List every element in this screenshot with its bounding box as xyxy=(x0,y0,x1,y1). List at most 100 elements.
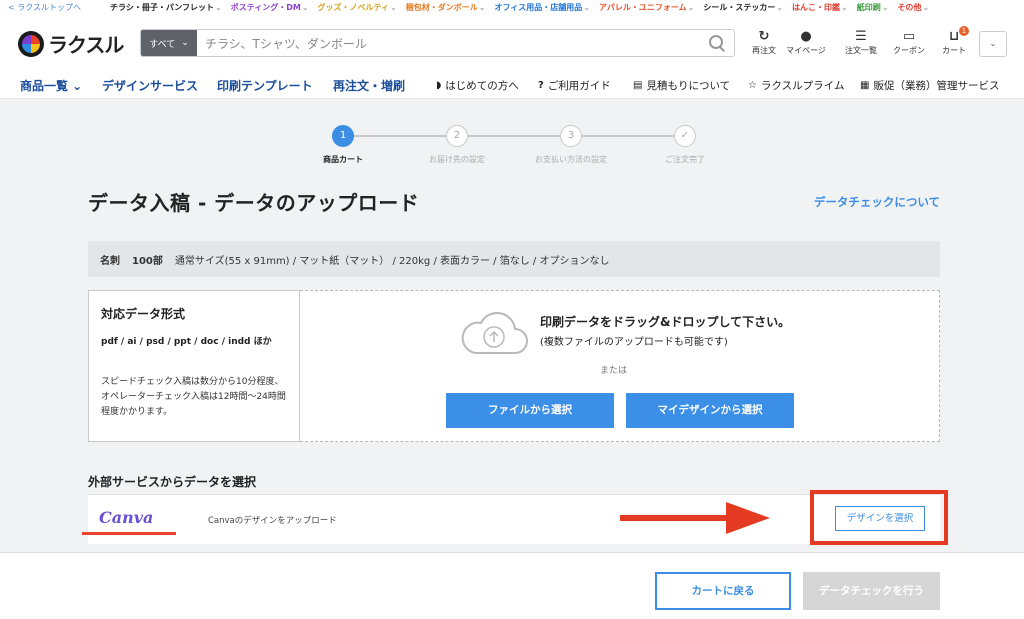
top-category-item[interactable]: その他⌄ xyxy=(897,2,929,13)
header-coupon-button[interactable]: ▭ クーポン xyxy=(888,29,930,56)
nav-link-label: 販促（業務）管理サービス xyxy=(873,80,1000,92)
top-category-item[interactable]: シール・ステッカー⌄ xyxy=(703,2,783,13)
chevron-down-icon: ⌄ xyxy=(841,3,848,12)
select-file-button[interactable]: ファイルから選択 xyxy=(446,393,614,428)
spec-product: 名刺 xyxy=(100,255,120,267)
nav-link-label: 見積もりについて xyxy=(646,80,731,92)
top-category-item[interactable]: チラシ・冊子・パンフレット⌄ xyxy=(110,2,222,13)
top-category-item[interactable]: はんこ・印鑑⌄ xyxy=(792,2,848,13)
top-category-item[interactable]: 梱包材・ダンボール⌄ xyxy=(406,2,486,13)
dropzone-or: または xyxy=(600,366,628,376)
step-label: ご注文完了 xyxy=(665,155,705,164)
main-nav: 商品一覧 ⌄ デザインサービス 印刷テンプレート 再注文・増刷 ◗ はじめての方へ… xyxy=(0,73,1024,99)
upload-dropzone[interactable]: 印刷データをドラッグ&ドロップして下さい。 (複数ファイルのアップロードも可能で… xyxy=(300,290,940,442)
help-icon: ? xyxy=(538,80,544,91)
nav-link-calculator[interactable]: ▤ 見積もりについて xyxy=(633,78,730,93)
search-scope-label: すべて xyxy=(149,39,176,50)
header-icon-label: 注文一覧 xyxy=(845,46,877,55)
header-icon-label: カート xyxy=(942,46,966,55)
header-icon-label: 再注文 xyxy=(752,46,776,55)
dropzone-message: 印刷データをドラッグ&ドロップして下さい。 xyxy=(540,315,791,329)
search-scope-select[interactable]: すべて ⌄ xyxy=(141,30,197,56)
cloud-upload-icon xyxy=(461,312,528,354)
data-check-about-link[interactable]: データチェックについて xyxy=(814,194,940,210)
search-bar: すべて ⌄ チラシ、Tシャツ、ダンボール xyxy=(140,29,735,57)
nav-reorder[interactable]: 再注文・増刷 xyxy=(333,77,405,94)
step-connector xyxy=(468,135,560,137)
site-header: ラクスル すべて ⌄ チラシ、Tシャツ、ダンボール ↻ 再注文 ● マイページ ☰ 注文一… xyxy=(0,15,1024,73)
chevron-down-icon: ⌄ xyxy=(687,3,695,12)
chevron-down-icon: ⌄ xyxy=(390,3,397,12)
canva-service-row: Canva Canvaのデザインをアップロード デザインを選択 xyxy=(82,490,948,545)
star-icon: ☆ xyxy=(748,80,757,91)
top-category-item[interactable]: グッズ・ノベルティ⌄ xyxy=(318,2,397,13)
calculator-icon: ▤ xyxy=(633,80,643,91)
user-icon: ● xyxy=(800,29,812,44)
supported-formats-panel: 対応データ形式 pdf / ai / psd / ppt / doc / ind… xyxy=(88,290,300,442)
header-user-button[interactable]: ● マイページ xyxy=(785,29,827,56)
nav-link-label: ラクスルプライム xyxy=(760,80,845,92)
external-services-title: 外部サービスからデータを選択 xyxy=(88,475,257,489)
chevron-down-icon: ⌄ xyxy=(881,3,889,12)
chevron-down-icon: ⌄ xyxy=(301,3,309,12)
nav-link-building[interactable]: ▦ 販促（業務）管理サービス xyxy=(860,78,999,93)
chevron-down-icon: ⌄ xyxy=(776,3,784,12)
chevron-down-icon: ⌄ xyxy=(478,3,486,12)
building-icon: ▦ xyxy=(860,80,870,91)
step-label: お届け先の設定 xyxy=(429,155,485,164)
step-connector xyxy=(354,135,446,137)
nav-design-service[interactable]: デザインサービス xyxy=(102,77,198,94)
cart-count-badge: 1 xyxy=(959,26,969,36)
step-indicator: 1 xyxy=(332,125,354,147)
page-title: データ入稿 - データのアップロード xyxy=(88,191,420,215)
back-to-top-link[interactable]: < ラクスルトップへ xyxy=(0,2,110,13)
formats-title: 対応データ形式 xyxy=(101,307,186,321)
chevron-down-icon: ⌄ xyxy=(583,3,591,12)
category-list: チラシ・冊子・パンフレット⌄ ポスティング・DM⌄ グッズ・ノベルティ⌄ 梱包材・ダン… xyxy=(110,2,938,13)
header-list-button[interactable]: ☰ 注文一覧 xyxy=(840,29,882,56)
step-label: 商品カート xyxy=(323,155,363,164)
account-menu-button[interactable]: ⌄ xyxy=(979,31,1007,57)
site-logo[interactable]: ラクスル xyxy=(18,29,124,58)
logo-text: ラクスル xyxy=(48,33,124,57)
select-mydesign-button[interactable]: マイデザインから選択 xyxy=(626,393,794,428)
step-indicator: 3 xyxy=(560,125,582,147)
canva-description: Canvaのデザインをアップロード xyxy=(208,516,337,526)
step-indicator: 2 xyxy=(446,125,468,147)
select-design-button[interactable]: デザインを選択 xyxy=(835,506,925,531)
header-cart-button[interactable]: ⊔ カート 1 xyxy=(933,26,975,56)
order-spec-bar: 名刺 100部 通常サイズ(55 x 91mm) / マット紙（マット） / 2… xyxy=(88,241,940,277)
top-category-item[interactable]: 紙印刷⌄ xyxy=(857,2,889,13)
run-data-check-button[interactable]: データチェックを行う xyxy=(803,572,940,610)
spec-details: 通常サイズ(55 x 91mm) / マット紙（マット） / 220kg / 表… xyxy=(174,255,610,267)
search-icon[interactable] xyxy=(706,32,728,54)
coupon-icon: ▭ xyxy=(902,29,916,44)
header-icon-label: マイページ xyxy=(786,46,826,55)
formats-types: pdf / ai / psd / ppt / doc / indd ほか xyxy=(101,337,272,347)
formats-note: スピードチェック入稿は数分から10分程度、オペレーターチェック入稿は12時間〜2… xyxy=(101,377,286,417)
dropzone-sub-message: (複数ファイルのアップロードも可能です) xyxy=(540,337,728,348)
action-footer: カートに戻る データチェックを行う xyxy=(0,552,1024,619)
nav-link-label: はじめての方へ xyxy=(445,80,519,92)
step-label: お支払い方法の設定 xyxy=(535,155,607,164)
nav-product-list[interactable]: 商品一覧 ⌄ xyxy=(20,77,82,94)
header-icon-label: クーポン xyxy=(893,46,925,55)
step-connector xyxy=(582,135,674,137)
spec-quantity: 100部 xyxy=(132,255,163,267)
top-category-item[interactable]: オフィス用品・店舗用品⌄ xyxy=(494,2,590,13)
back-to-cart-button[interactable]: カートに戻る xyxy=(655,572,791,610)
canva-logo: Canva xyxy=(99,508,154,527)
chevron-down-icon: ⌄ xyxy=(922,3,930,12)
top-category-item[interactable]: アパレル・ユニフォーム⌄ xyxy=(599,2,694,13)
nav-link-shield[interactable]: ◗ はじめての方へ xyxy=(436,78,519,93)
nav-link-star[interactable]: ☆ ラクスルプライム xyxy=(748,78,844,93)
top-category-item[interactable]: ポスティング・DM⌄ xyxy=(231,2,309,13)
search-input[interactable]: チラシ、Tシャツ、ダンボール xyxy=(197,35,706,52)
nav-link-label: ご利用ガイド xyxy=(547,80,611,92)
list-icon: ☰ xyxy=(855,29,867,44)
top-category-strip: < ラクスルトップへ チラシ・冊子・パンフレット⌄ ポスティング・DM⌄ グッズ・ノ… xyxy=(0,0,1024,15)
reorder-icon: ↻ xyxy=(758,29,770,44)
nav-link-help[interactable]: ? ご利用ガイド xyxy=(538,78,611,93)
nav-print-templates[interactable]: 印刷テンプレート xyxy=(217,77,313,94)
header-reorder-button[interactable]: ↻ 再注文 xyxy=(743,29,785,56)
